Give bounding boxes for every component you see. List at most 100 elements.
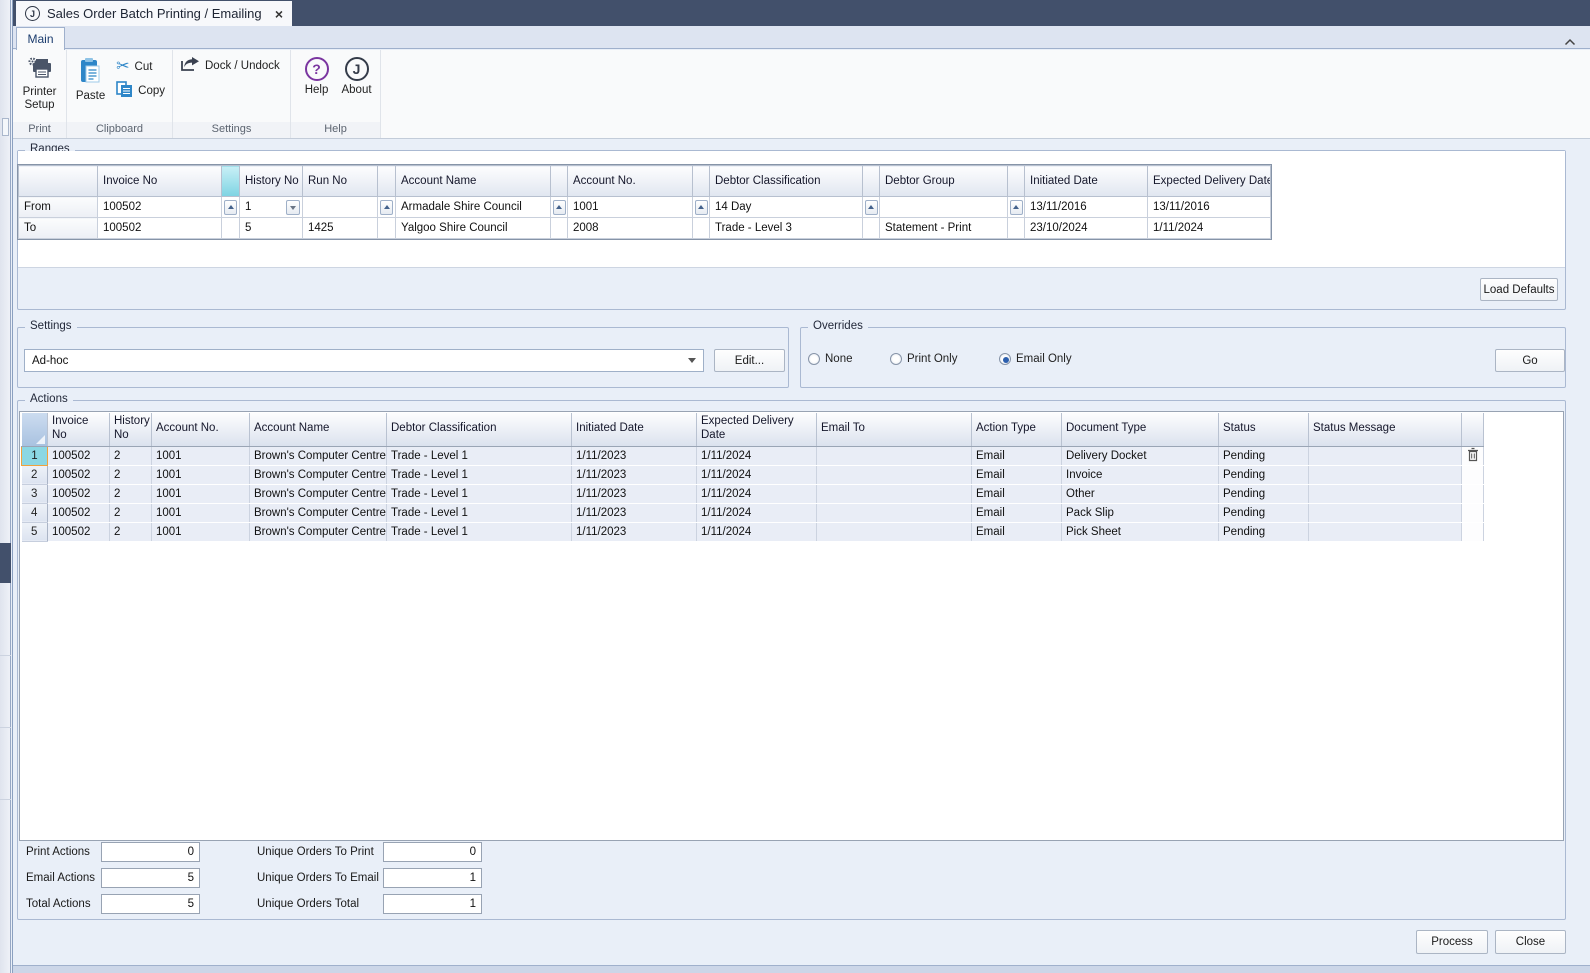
cell-debtor-classification[interactable]: Trade - Level 1 xyxy=(387,484,572,503)
cell-account-name[interactable]: Brown's Computer Centre xyxy=(250,446,387,465)
cell-invoice-no[interactable]: 100502 xyxy=(48,484,110,503)
cell-status[interactable]: Pending xyxy=(1219,484,1309,503)
cell-document-type[interactable]: Invoice xyxy=(1062,465,1219,484)
help-button[interactable]: ? Help xyxy=(299,53,334,122)
to-run-no[interactable]: 1425 xyxy=(303,218,378,239)
cell-status-message[interactable] xyxy=(1309,446,1462,465)
debtor-classification-spinner[interactable] xyxy=(865,200,878,215)
cell-status[interactable]: Pending xyxy=(1219,465,1309,484)
cell-expected-delivery-date[interactable]: 1/11/2024 xyxy=(697,522,817,541)
cell-email-to[interactable] xyxy=(817,522,972,541)
row-number[interactable]: 2 xyxy=(22,465,48,484)
cell-history-no[interactable]: 2 xyxy=(110,465,152,484)
table-row[interactable]: 3 100502 2 1001 Brown's Computer Centre … xyxy=(22,484,1484,503)
from-invoice-no[interactable]: 100502 xyxy=(98,197,222,218)
row-number[interactable]: 5 xyxy=(22,522,48,541)
printer-setup-button[interactable]: Printer Setup xyxy=(17,53,62,122)
to-expected-delivery-date[interactable]: 1/11/2024 xyxy=(1148,218,1271,239)
cell-invoice-no[interactable]: 100502 xyxy=(48,465,110,484)
cell-debtor-classification[interactable]: Trade - Level 1 xyxy=(387,503,572,522)
cell-history-no[interactable]: 2 xyxy=(110,522,152,541)
cut-button[interactable]: ✂ Cut xyxy=(113,56,168,77)
cell-account-name[interactable]: Brown's Computer Centre xyxy=(250,465,387,484)
cell-account-no[interactable]: 1001 xyxy=(152,484,250,503)
to-history-no[interactable]: 5 xyxy=(240,218,303,239)
radio-email-only[interactable]: Email Only xyxy=(999,353,1072,365)
paste-button[interactable]: Paste xyxy=(71,53,110,122)
cell-invoice-no[interactable]: 100502 xyxy=(48,446,110,465)
from-history-no[interactable]: 1 xyxy=(240,197,303,218)
cell-email-to[interactable] xyxy=(817,465,972,484)
from-initiated-date[interactable]: 13/11/2016 xyxy=(1025,197,1148,218)
cell-debtor-classification[interactable]: Trade - Level 1 xyxy=(387,522,572,541)
cell-history-no[interactable]: 2 xyxy=(110,484,152,503)
cell-document-type[interactable]: Delivery Docket xyxy=(1062,446,1219,465)
cell-email-to[interactable] xyxy=(817,503,972,522)
cell-account-no[interactable]: 1001 xyxy=(152,522,250,541)
load-defaults-button[interactable]: Load Defaults xyxy=(1480,278,1558,301)
radio-none-circle-icon[interactable] xyxy=(808,353,820,365)
to-initiated-date[interactable]: 23/10/2024 xyxy=(1025,218,1148,239)
cell-expected-delivery-date[interactable]: 1/11/2024 xyxy=(697,503,817,522)
document-tab[interactable]: J Sales Order Batch Printing / Emailing … xyxy=(16,1,292,26)
dock-undock-button[interactable]: Dock / Undock xyxy=(177,55,283,76)
radio-print-only[interactable]: Print Only xyxy=(890,353,958,365)
cell-debtor-classification[interactable]: Trade - Level 1 xyxy=(387,446,572,465)
delete-row-button[interactable] xyxy=(1462,446,1484,465)
table-row[interactable]: 5 100502 2 1001 Brown's Computer Centre … xyxy=(22,522,1484,541)
table-row[interactable]: 1 100502 2 1001 Brown's Computer Centre … xyxy=(22,446,1484,465)
about-button[interactable]: J About xyxy=(337,53,376,122)
to-account-no[interactable]: 2008 xyxy=(568,218,693,239)
cell-account-name[interactable]: Brown's Computer Centre xyxy=(250,503,387,522)
cell-initiated-date[interactable]: 1/11/2023 xyxy=(572,465,697,484)
cell-action-type[interactable]: Email xyxy=(972,503,1062,522)
cell-initiated-date[interactable]: 1/11/2023 xyxy=(572,522,697,541)
history-no-dropdown-icon[interactable] xyxy=(286,200,300,215)
cell-status[interactable]: Pending xyxy=(1219,446,1309,465)
cell-expected-delivery-date[interactable]: 1/11/2024 xyxy=(697,484,817,503)
collapse-ribbon-icon[interactable] xyxy=(1564,33,1576,51)
edit-button[interactable]: Edit... xyxy=(714,349,785,372)
cell-account-name[interactable]: Brown's Computer Centre xyxy=(250,522,387,541)
cell-status[interactable]: Pending xyxy=(1219,522,1309,541)
from-account-name[interactable]: Armadale Shire Council xyxy=(396,197,551,218)
cell-initiated-date[interactable]: 1/11/2023 xyxy=(572,503,697,522)
from-expected-delivery-date[interactable]: 13/11/2016 xyxy=(1148,197,1271,218)
account-name-spinner[interactable] xyxy=(553,200,566,215)
row-number-selected[interactable]: 1 xyxy=(22,446,48,465)
to-invoice-no[interactable]: 100502 xyxy=(98,218,222,239)
copy-button[interactable]: Copy xyxy=(113,80,168,101)
table-row[interactable]: 4 100502 2 1001 Brown's Computer Centre … xyxy=(22,503,1484,522)
cell-status-message[interactable] xyxy=(1309,522,1462,541)
from-debtor-classification[interactable]: 14 Day xyxy=(710,197,863,218)
cell-account-no[interactable]: 1001 xyxy=(152,446,250,465)
cell-status[interactable]: Pending xyxy=(1219,503,1309,522)
cell-action-type[interactable]: Email xyxy=(972,484,1062,503)
cell-initiated-date[interactable]: 1/11/2023 xyxy=(572,484,697,503)
to-debtor-classification[interactable]: Trade - Level 3 xyxy=(710,218,863,239)
row-number[interactable]: 4 xyxy=(22,503,48,522)
cell-debtor-classification[interactable]: Trade - Level 1 xyxy=(387,465,572,484)
row-number[interactable]: 3 xyxy=(22,484,48,503)
close-button[interactable]: Close xyxy=(1495,930,1566,954)
cell-invoice-no[interactable]: 100502 xyxy=(48,522,110,541)
cell-document-type[interactable]: Other xyxy=(1062,484,1219,503)
to-debtor-group[interactable]: Statement - Print xyxy=(880,218,1008,239)
panel-grip-handle[interactable] xyxy=(2,118,9,136)
from-debtor-group[interactable] xyxy=(880,197,1008,218)
settings-profile-select[interactable]: Ad-hoc xyxy=(24,349,704,372)
cell-email-to[interactable] xyxy=(817,446,972,465)
to-account-name[interactable]: Yalgoo Shire Council xyxy=(396,218,551,239)
cell-status-message[interactable] xyxy=(1309,465,1462,484)
cell-account-name[interactable]: Brown's Computer Centre xyxy=(250,484,387,503)
cell-email-to[interactable] xyxy=(817,484,972,503)
radio-print-only-circle-icon[interactable] xyxy=(890,353,902,365)
cell-document-type[interactable]: Pack Slip xyxy=(1062,503,1219,522)
from-run-no[interactable] xyxy=(303,197,378,218)
cell-initiated-date[interactable]: 1/11/2023 xyxy=(572,446,697,465)
cell-expected-delivery-date[interactable]: 1/11/2024 xyxy=(697,446,817,465)
cell-action-type[interactable]: Email xyxy=(972,465,1062,484)
cell-action-type[interactable]: Email xyxy=(972,446,1062,465)
process-button[interactable]: Process xyxy=(1416,930,1488,954)
cell-account-no[interactable]: 1001 xyxy=(152,465,250,484)
